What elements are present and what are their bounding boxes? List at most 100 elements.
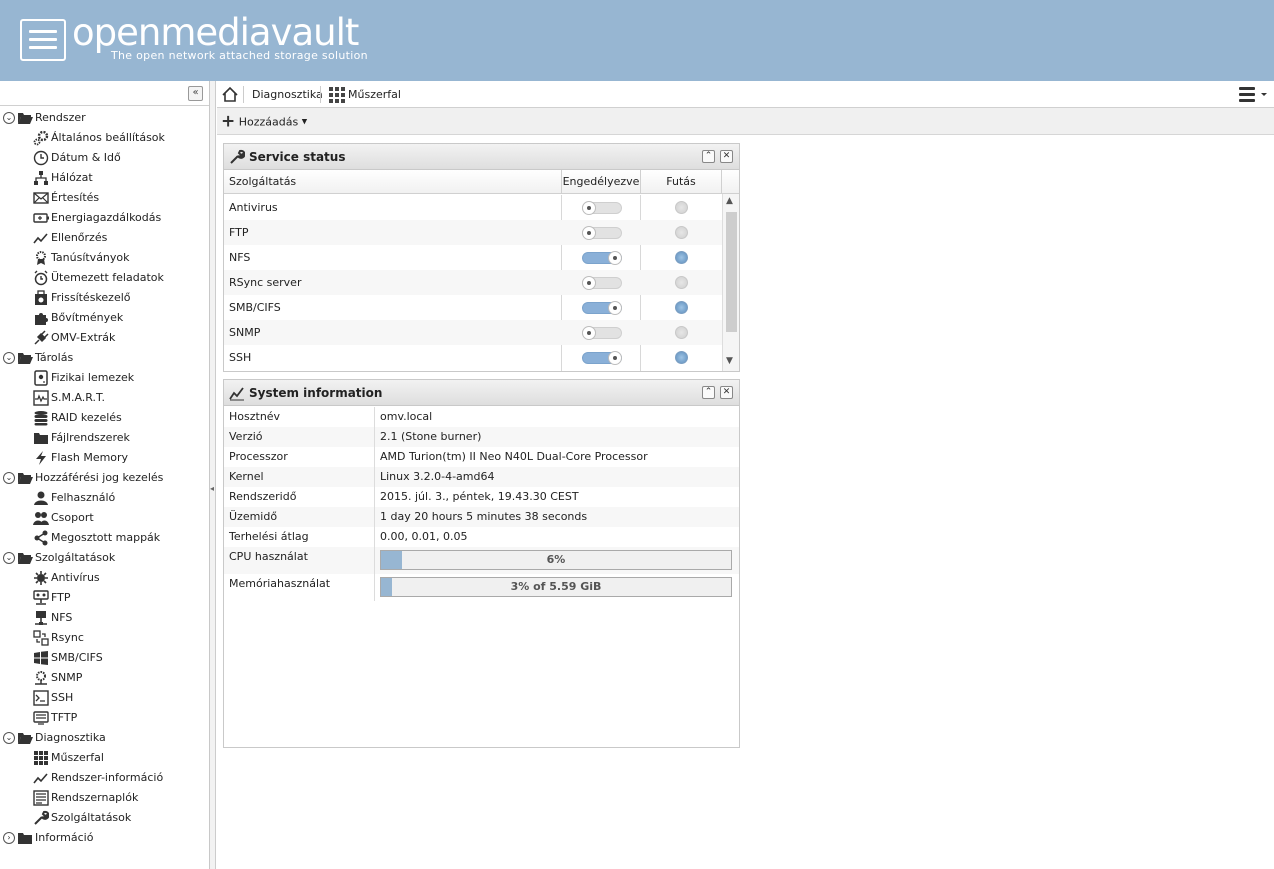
nav-item-tanusitvanyok[interactable]: Tanúsítványok	[0, 248, 208, 268]
collapse-panel-button[interactable]: ⌃	[702, 150, 715, 163]
nav-item-csoport[interactable]: Csoport	[0, 508, 208, 528]
cpu-usage-label: CPU használat	[229, 550, 308, 563]
nav-group-diagnosztika[interactable]: ⌄ Diagnosztika	[0, 728, 208, 748]
share-icon	[33, 530, 49, 546]
nav-label: Energiagazdálkodás	[51, 211, 162, 224]
nav-group-rendszer[interactable]: ⌄ Rendszer	[0, 108, 208, 128]
nav-group-szolgaltatasok[interactable]: ⌄ Szolgáltatások	[0, 548, 208, 568]
service-row[interactable]: NFS	[224, 245, 722, 270]
nav-item-datum-ido[interactable]: Dátum & Idő	[0, 148, 208, 168]
info-value: Linux 3.2.0-4-amd64	[380, 470, 495, 483]
column-header-service[interactable]: Szolgáltatás	[224, 170, 562, 194]
nav-item-rsync[interactable]: Rsync	[0, 628, 208, 648]
nav-label: Frissítéskezelő	[51, 291, 131, 304]
nav-item-fajlrendszerek[interactable]: Fájlrendszerek	[0, 428, 208, 448]
nav-item-tftp[interactable]: TFTP	[0, 708, 208, 728]
expand-toggle-icon[interactable]: ›	[3, 832, 15, 844]
scroll-up-icon[interactable]: ▲	[726, 196, 733, 206]
nav-item-s-m-a-r-t[interactable]: S.M.A.R.T.	[0, 388, 208, 408]
nav-item-fizikai-lemezek[interactable]: Fizikai lemezek	[0, 368, 208, 388]
nav-item-megosztott-mappak[interactable]: Megosztott mappák	[0, 528, 208, 548]
scroll-down-icon[interactable]: ▼	[726, 356, 733, 366]
nav-item-nfs[interactable]: NFS	[0, 608, 208, 628]
close-panel-button[interactable]: ✕	[720, 386, 733, 399]
hamburger-menu-icon[interactable]	[1237, 81, 1269, 108]
service-running-indicator	[675, 276, 688, 289]
user-icon	[33, 490, 49, 506]
service-name: SSH	[229, 351, 252, 364]
nav-item-bovitmenyek[interactable]: Bővítmények	[0, 308, 208, 328]
collapse-panel-button[interactable]: ⌃	[702, 386, 715, 399]
wrench-icon	[229, 149, 246, 168]
virus-icon	[33, 570, 49, 586]
gears-icon	[33, 130, 49, 146]
nav-item-snmp[interactable]: SNMP	[0, 668, 208, 688]
collapse-toggle-icon[interactable]: ⌄	[3, 732, 15, 744]
dashboard-grid-icon	[329, 81, 345, 108]
nav-item-rendszer-informacio[interactable]: Rendszer-információ	[0, 768, 208, 788]
service-row[interactable]: SSH	[224, 345, 722, 370]
nav-item-felhasznalo[interactable]: Felhasználó	[0, 488, 208, 508]
home-icon[interactable]	[221, 81, 239, 108]
service-row[interactable]: Antivirus	[224, 195, 722, 220]
close-panel-button[interactable]: ✕	[720, 150, 733, 163]
info-value: AMD Turion(tm) II Neo N40L Dual-Core Pro…	[380, 450, 648, 463]
nav-item-szolgaltatasok[interactable]: Szolgáltatások	[0, 808, 208, 828]
collapse-toggle-icon[interactable]: ⌄	[3, 112, 15, 124]
nav-item-frissiteskezelo[interactable]: Frissítéskezelő	[0, 288, 208, 308]
sidebar-header: «	[0, 81, 209, 106]
service-row[interactable]: RSync server	[224, 270, 722, 295]
memory-usage-row: Memóriahasználat 3% of 5.59 GiB	[224, 574, 739, 601]
nav-group-tarolas[interactable]: ⌄ Tárolás	[0, 348, 208, 368]
nav-item-ertesites[interactable]: Értesítés	[0, 188, 208, 208]
flash-icon	[33, 450, 49, 466]
nav-item-ssh[interactable]: SSH	[0, 688, 208, 708]
column-header-enabled[interactable]: Engedélyezve	[562, 170, 641, 194]
service-row[interactable]: SMB/CIFS	[224, 295, 722, 320]
service-row[interactable]: FTP	[224, 220, 722, 245]
service-status-header: Service status ⌃ ✕	[224, 144, 739, 170]
nav-item-muszerfal[interactable]: Műszerfal	[0, 748, 208, 768]
sidebar-collapse-button[interactable]: «	[188, 86, 203, 101]
nav-item-rendszernaplok[interactable]: Rendszernaplók	[0, 788, 208, 808]
nav-item-smb-cifs[interactable]: SMB/CIFS	[0, 648, 208, 668]
service-grid-scrollbar[interactable]: ▲ ▼	[722, 194, 739, 371]
folder-open-icon	[17, 550, 33, 566]
nav-item-energiagazdalkodas[interactable]: Energiagazdálkodás	[0, 208, 208, 228]
nav-item-omv-extrak[interactable]: OMV-Extrák	[0, 328, 208, 348]
nav-item-flash-memory[interactable]: Flash Memory	[0, 448, 208, 468]
column-header-running[interactable]: Futás	[641, 170, 722, 194]
folder-icon	[33, 430, 49, 446]
nav-item-altalanos-beallitasok[interactable]: Általános beállítások	[0, 128, 208, 148]
nav-label: OMV-Extrák	[51, 331, 116, 344]
nav-label: Ütemezett feladatok	[51, 271, 164, 284]
nav-group-informacio[interactable]: › Információ	[0, 828, 208, 848]
collapse-toggle-icon[interactable]: ⌄	[3, 552, 15, 564]
info-value: 2015. júl. 3., péntek, 19.43.30 CEST	[380, 490, 579, 503]
scroll-thumb[interactable]	[726, 212, 737, 332]
app-header: openmediavault The open network attached…	[0, 0, 1274, 81]
ftp-icon	[33, 590, 49, 606]
nav-item-utemezett-feladatok[interactable]: Ütemezett feladatok	[0, 268, 208, 288]
nav-item-raid-kezeles[interactable]: RAID kezelés	[0, 408, 208, 428]
service-status-title: Service status	[249, 150, 346, 164]
service-running-indicator	[675, 251, 688, 264]
nav-group-hozzaferesi-jog-kezeles[interactable]: ⌄ Hozzáférési jog kezelés	[0, 468, 208, 488]
nav-item-antivirus[interactable]: Antivírus	[0, 568, 208, 588]
rsync-icon	[33, 630, 49, 646]
nav-label: Csoport	[51, 511, 94, 524]
nav-label: SNMP	[51, 671, 83, 684]
nav-item-halozat[interactable]: Hálózat	[0, 168, 208, 188]
service-enabled-switch	[582, 201, 622, 215]
service-enabled-switch	[582, 326, 622, 340]
service-row[interactable]: SNMP	[224, 320, 722, 345]
add-widget-button[interactable]: + Hozzáadás ▼	[221, 108, 313, 135]
sidebar-splitter[interactable]: ◂	[210, 81, 216, 869]
collapse-toggle-icon[interactable]: ⌄	[3, 472, 15, 484]
collapse-toggle-icon[interactable]: ⌄	[3, 352, 15, 364]
nav-item-ellenorzes[interactable]: Ellenőrzés	[0, 228, 208, 248]
nav-item-ftp[interactable]: FTP	[0, 588, 208, 608]
info-value: omv.local	[380, 410, 433, 423]
breadcrumb-section[interactable]: Diagnosztika	[252, 81, 323, 108]
info-key: Processzor	[229, 450, 288, 463]
